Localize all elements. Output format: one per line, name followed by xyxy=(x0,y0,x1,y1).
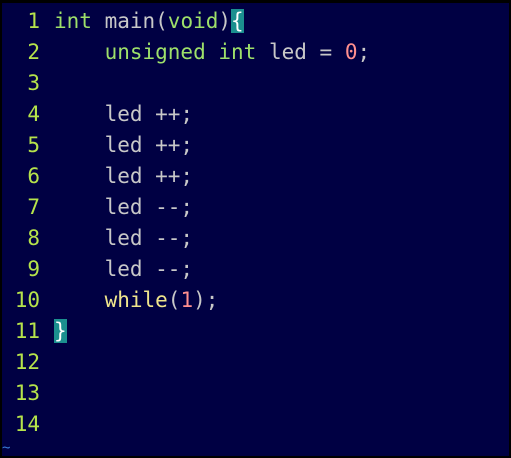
line-number: 12 xyxy=(14,350,40,374)
line-number: 9 xyxy=(27,257,40,281)
code-token: while xyxy=(104,288,168,312)
code-token: led --; xyxy=(54,195,194,219)
line-number: 7 xyxy=(27,195,40,219)
code-line[interactable]: 5 led ++; xyxy=(2,130,193,161)
code-text: } xyxy=(40,316,67,347)
line-number: 8 xyxy=(27,226,40,250)
line-number: 13 xyxy=(14,381,40,405)
code-line[interactable]: 6 led ++; xyxy=(2,161,193,192)
line-number: 4 xyxy=(27,102,40,126)
code-token: 0 xyxy=(344,40,358,64)
code-text: led --; xyxy=(40,254,194,285)
code-line[interactable]: 13 xyxy=(2,378,54,409)
line-number: 1 xyxy=(27,9,40,33)
code-token: int xyxy=(218,40,257,64)
code-token: led ++; xyxy=(54,102,194,126)
code-line[interactable]: 2 unsigned int led = 0; xyxy=(2,37,370,68)
code-text: led --; xyxy=(40,223,194,254)
code-line[interactable]: 8 led --; xyxy=(2,223,193,254)
code-text: while(1); xyxy=(40,285,219,316)
code-text: led ++; xyxy=(40,161,194,192)
line-number: 6 xyxy=(27,164,40,188)
code-line[interactable]: 11} xyxy=(2,316,67,347)
line-number: 5 xyxy=(27,133,40,157)
end-of-buffer-marker: ~ xyxy=(2,440,11,456)
code-token: led = xyxy=(256,40,345,64)
code-token: unsigned xyxy=(104,40,206,64)
code-editor[interactable]: 1 int main(void){2 unsigned int led = 0; 3… xyxy=(2,3,509,456)
code-token: led ++; xyxy=(54,164,194,188)
code-token: main( xyxy=(91,9,168,33)
code-text: int main(void){ xyxy=(40,6,244,37)
matching-brace-highlight: { xyxy=(231,9,244,33)
matching-brace-highlight: } xyxy=(54,319,67,343)
code-line[interactable]: 12 xyxy=(2,347,54,378)
line-number: 14 xyxy=(14,412,40,436)
line-number: 10 xyxy=(14,288,40,312)
code-line[interactable]: 3 xyxy=(2,68,54,99)
code-token: led --; xyxy=(54,257,194,281)
code-text: led ++; xyxy=(40,130,194,161)
code-text: led --; xyxy=(40,192,194,223)
code-line[interactable]: 9 led --; xyxy=(2,254,193,285)
code-line[interactable]: 1 int main(void){ xyxy=(2,6,244,37)
code-token: led --; xyxy=(54,226,194,250)
code-text: unsigned int led = 0; xyxy=(40,37,371,68)
code-token: ( xyxy=(167,288,181,312)
code-text: led ++; xyxy=(40,99,194,130)
code-line[interactable]: 4 led ++; xyxy=(2,99,193,130)
code-token: int xyxy=(54,9,92,33)
code-line[interactable]: 14 xyxy=(2,409,54,440)
line-number: 2 xyxy=(27,40,40,64)
code-token: 1 xyxy=(180,288,194,312)
code-token: ; xyxy=(357,40,371,64)
code-line[interactable]: 7 led --; xyxy=(2,192,193,223)
code-token: led ++; xyxy=(54,133,194,157)
line-number: 11 xyxy=(14,319,40,343)
code-token: ); xyxy=(193,288,219,312)
code-token: void xyxy=(167,9,219,33)
line-number: 3 xyxy=(27,71,40,95)
code-line[interactable]: 10 while(1); xyxy=(2,285,219,316)
code-token: ) xyxy=(218,9,232,33)
